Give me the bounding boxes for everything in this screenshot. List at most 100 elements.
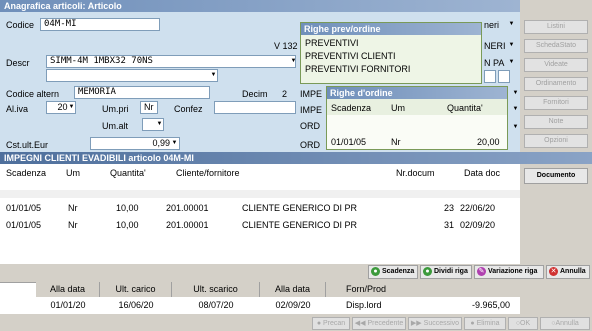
elimina-icon: ● [470, 320, 475, 327]
table-row-2-datadoc[interactable]: 02/09/20 [460, 220, 495, 230]
righe-prev-item-preventivi[interactable]: PREVENTIVI [301, 37, 481, 50]
descr-input[interactable]: SIMM-4M 1MBX32 70NS [46, 55, 296, 68]
codice-label: Codice [6, 20, 35, 30]
note-button[interactable]: Note [524, 115, 588, 129]
dividi-riga-label: Dividi riga [434, 268, 468, 275]
summary-value-ultscarico: 08/07/20 [198, 300, 234, 310]
annulla-riga-button[interactable]: ✕ Annulla [546, 265, 590, 279]
umalt-label: Um.alt [102, 121, 129, 131]
aliva-dropdown-icon[interactable]: ▼ [68, 102, 75, 113]
documento-button[interactable]: Documento [524, 168, 588, 184]
summary-value-ultcarico: 16/06/20 [118, 300, 154, 310]
right-frag-1-dropdown-icon[interactable]: ▼ [508, 19, 515, 30]
schedastato-button[interactable]: SchedaStato [524, 39, 588, 53]
right-frag-3-dropdown-icon[interactable]: ▼ [508, 57, 515, 68]
righe-ordine-header-um: Um [391, 103, 405, 113]
summary-header-ultscarico: Ult. scarico [172, 282, 260, 297]
descr-dropdown-icon[interactable]: ▼ [290, 56, 297, 67]
precedente-button[interactable]: ◀◀ Precedente [352, 317, 406, 330]
table-row-1-codice[interactable]: 201.00001 [166, 203, 209, 213]
decim-label: Decim [242, 89, 268, 99]
window-title: Anagrafica articoli: Articolo [0, 0, 520, 12]
impegni-header-datadoc: Data doc [464, 168, 501, 178]
videate-button[interactable]: Videate [524, 58, 588, 72]
confez-input[interactable] [214, 101, 296, 114]
annulla-button[interactable]: ○Annulla [540, 317, 590, 330]
ordinamento-button[interactable]: Ordinamento [524, 77, 588, 91]
righe-prev-item-preventivi-clienti[interactable]: PREVENTIVI CLIENTI [301, 50, 481, 63]
righe-ordine-popup: Righe d'ordine Scadenza Um Quantita' 01/… [326, 86, 508, 150]
right-dropdown-c[interactable]: ▼ [512, 122, 519, 133]
scadenza-label: Scadenza [382, 268, 415, 275]
righe-ordine-header-quantita: Quantita' [447, 103, 483, 113]
aliva-label: Al.iva [6, 104, 29, 114]
cstult-label: Cst.ult.Eur [6, 140, 49, 150]
variazione-riga-button[interactable]: ✎ Variazione riga [474, 265, 544, 279]
ok-label: OK [520, 320, 531, 327]
elimina-label: Elimina [476, 320, 500, 327]
righe-ordine-header-scadenza: Scadenza [331, 103, 372, 113]
right-frag-2-dropdown-icon[interactable]: ▼ [508, 40, 515, 51]
right-dropdown-b[interactable]: ▼ [512, 104, 519, 115]
confez-label: Confez [174, 104, 203, 114]
elimina-button[interactable]: ● Elimina [464, 317, 506, 330]
cstult-dropdown-icon[interactable]: ▼ [171, 138, 178, 149]
dividi-riga-icon: ● [423, 266, 432, 276]
summary-header-ultcarico: Ult. carico [100, 282, 172, 297]
right-frag-2: NERI [484, 41, 506, 51]
right-small-input-2[interactable] [498, 70, 510, 83]
precedente-label: Precedente [367, 320, 404, 327]
ok-button[interactable]: ○OK [508, 317, 538, 330]
righe-ordine-row-scadenza[interactable]: 01/01/05 [331, 137, 366, 147]
righe-ordine-title: Righe d'ordine [327, 87, 507, 99]
table-row-1-scadenza[interactable]: 01/01/05 [6, 203, 41, 213]
summary-value-alladata: 01/01/20 [50, 300, 86, 310]
impegni-header-um: Um [66, 168, 80, 178]
right-small-input-1[interactable] [484, 70, 496, 83]
table-row-2-nrdocum[interactable]: 31 [444, 220, 454, 230]
table-row-2-codice[interactable]: 201.00001 [166, 220, 209, 230]
table-row-1-datadoc[interactable]: 22/06/20 [460, 203, 495, 213]
successivo-button[interactable]: ▶▶ Successivo [408, 317, 462, 330]
v-label: V 132 [274, 41, 298, 51]
dividi-riga-button[interactable]: ● Dividi riga [420, 265, 472, 279]
table-row-1-cliente[interactable]: CLIENTE GENERICO DI PR [242, 203, 357, 213]
annulla-nav-label: Annulla [555, 320, 579, 327]
table-row-1-um[interactable]: Nr [68, 203, 78, 213]
scadenza-icon: ● [371, 266, 380, 276]
opzioni-button[interactable]: Opzioni [524, 134, 588, 148]
summary-header-alladata: Alla data [36, 282, 100, 297]
precan-button[interactable]: ● Precan [312, 317, 350, 330]
table-row-2-cliente[interactable]: CLIENTE GENERICO DI PR [242, 220, 357, 230]
descr2-dropdown-icon[interactable]: ▼ [210, 70, 217, 81]
codice-altern-input[interactable]: MEMORIA [74, 86, 210, 99]
annulla-label: Annulla [560, 268, 586, 275]
righe-prev-item-preventivi-fornitori[interactable]: PREVENTIVI FORNITORI [301, 63, 481, 76]
scadenza-button[interactable]: ● Scadenza [368, 265, 418, 279]
righe-prev-popup: Righe prev/ordine PREVENTIVI PREVENTIVI … [300, 22, 482, 84]
descr2-input[interactable] [46, 69, 218, 82]
impegni-title: IMPEGNI CLIENTI EVADIBILI articolo 04M-M… [0, 152, 592, 164]
table-row-1-quantita[interactable]: 10,00 [116, 203, 139, 213]
righe-ordine-row-um[interactable]: Nr [391, 137, 401, 147]
righe-ordine-row-quantita[interactable]: 20,00 [477, 137, 500, 147]
impe-label-1: IMPE [300, 89, 323, 99]
summary-value-alladata2: 02/09/20 [275, 300, 311, 310]
table-row-2-quantita[interactable]: 10,00 [116, 220, 139, 230]
fornitori-button[interactable]: Fornitori [524, 96, 588, 110]
impegni-separator [0, 190, 520, 198]
table-row-2-scadenza[interactable]: 01/01/05 [6, 220, 41, 230]
umalt-dropdown-icon[interactable]: ▼ [156, 119, 163, 130]
codice-altern-label: Codice altern [6, 89, 60, 99]
table-row-2-um[interactable]: Nr [68, 220, 78, 230]
righe-prev-title: Righe prev/ordine [301, 23, 481, 35]
impegni-header-scadenza: Scadenza [6, 168, 47, 178]
table-row-1-nrdocum[interactable]: 23 [444, 203, 454, 213]
cstult-input[interactable]: 0,99 [90, 137, 180, 150]
right-frag-1: neri [484, 20, 500, 30]
umpri-input[interactable]: Nr [140, 101, 158, 114]
codice-input[interactable]: 04M-MI [40, 18, 160, 31]
decim-value: 2 [282, 89, 288, 99]
listini-button[interactable]: Listini [524, 20, 588, 34]
right-dropdown-a[interactable]: ▼ [512, 88, 519, 99]
